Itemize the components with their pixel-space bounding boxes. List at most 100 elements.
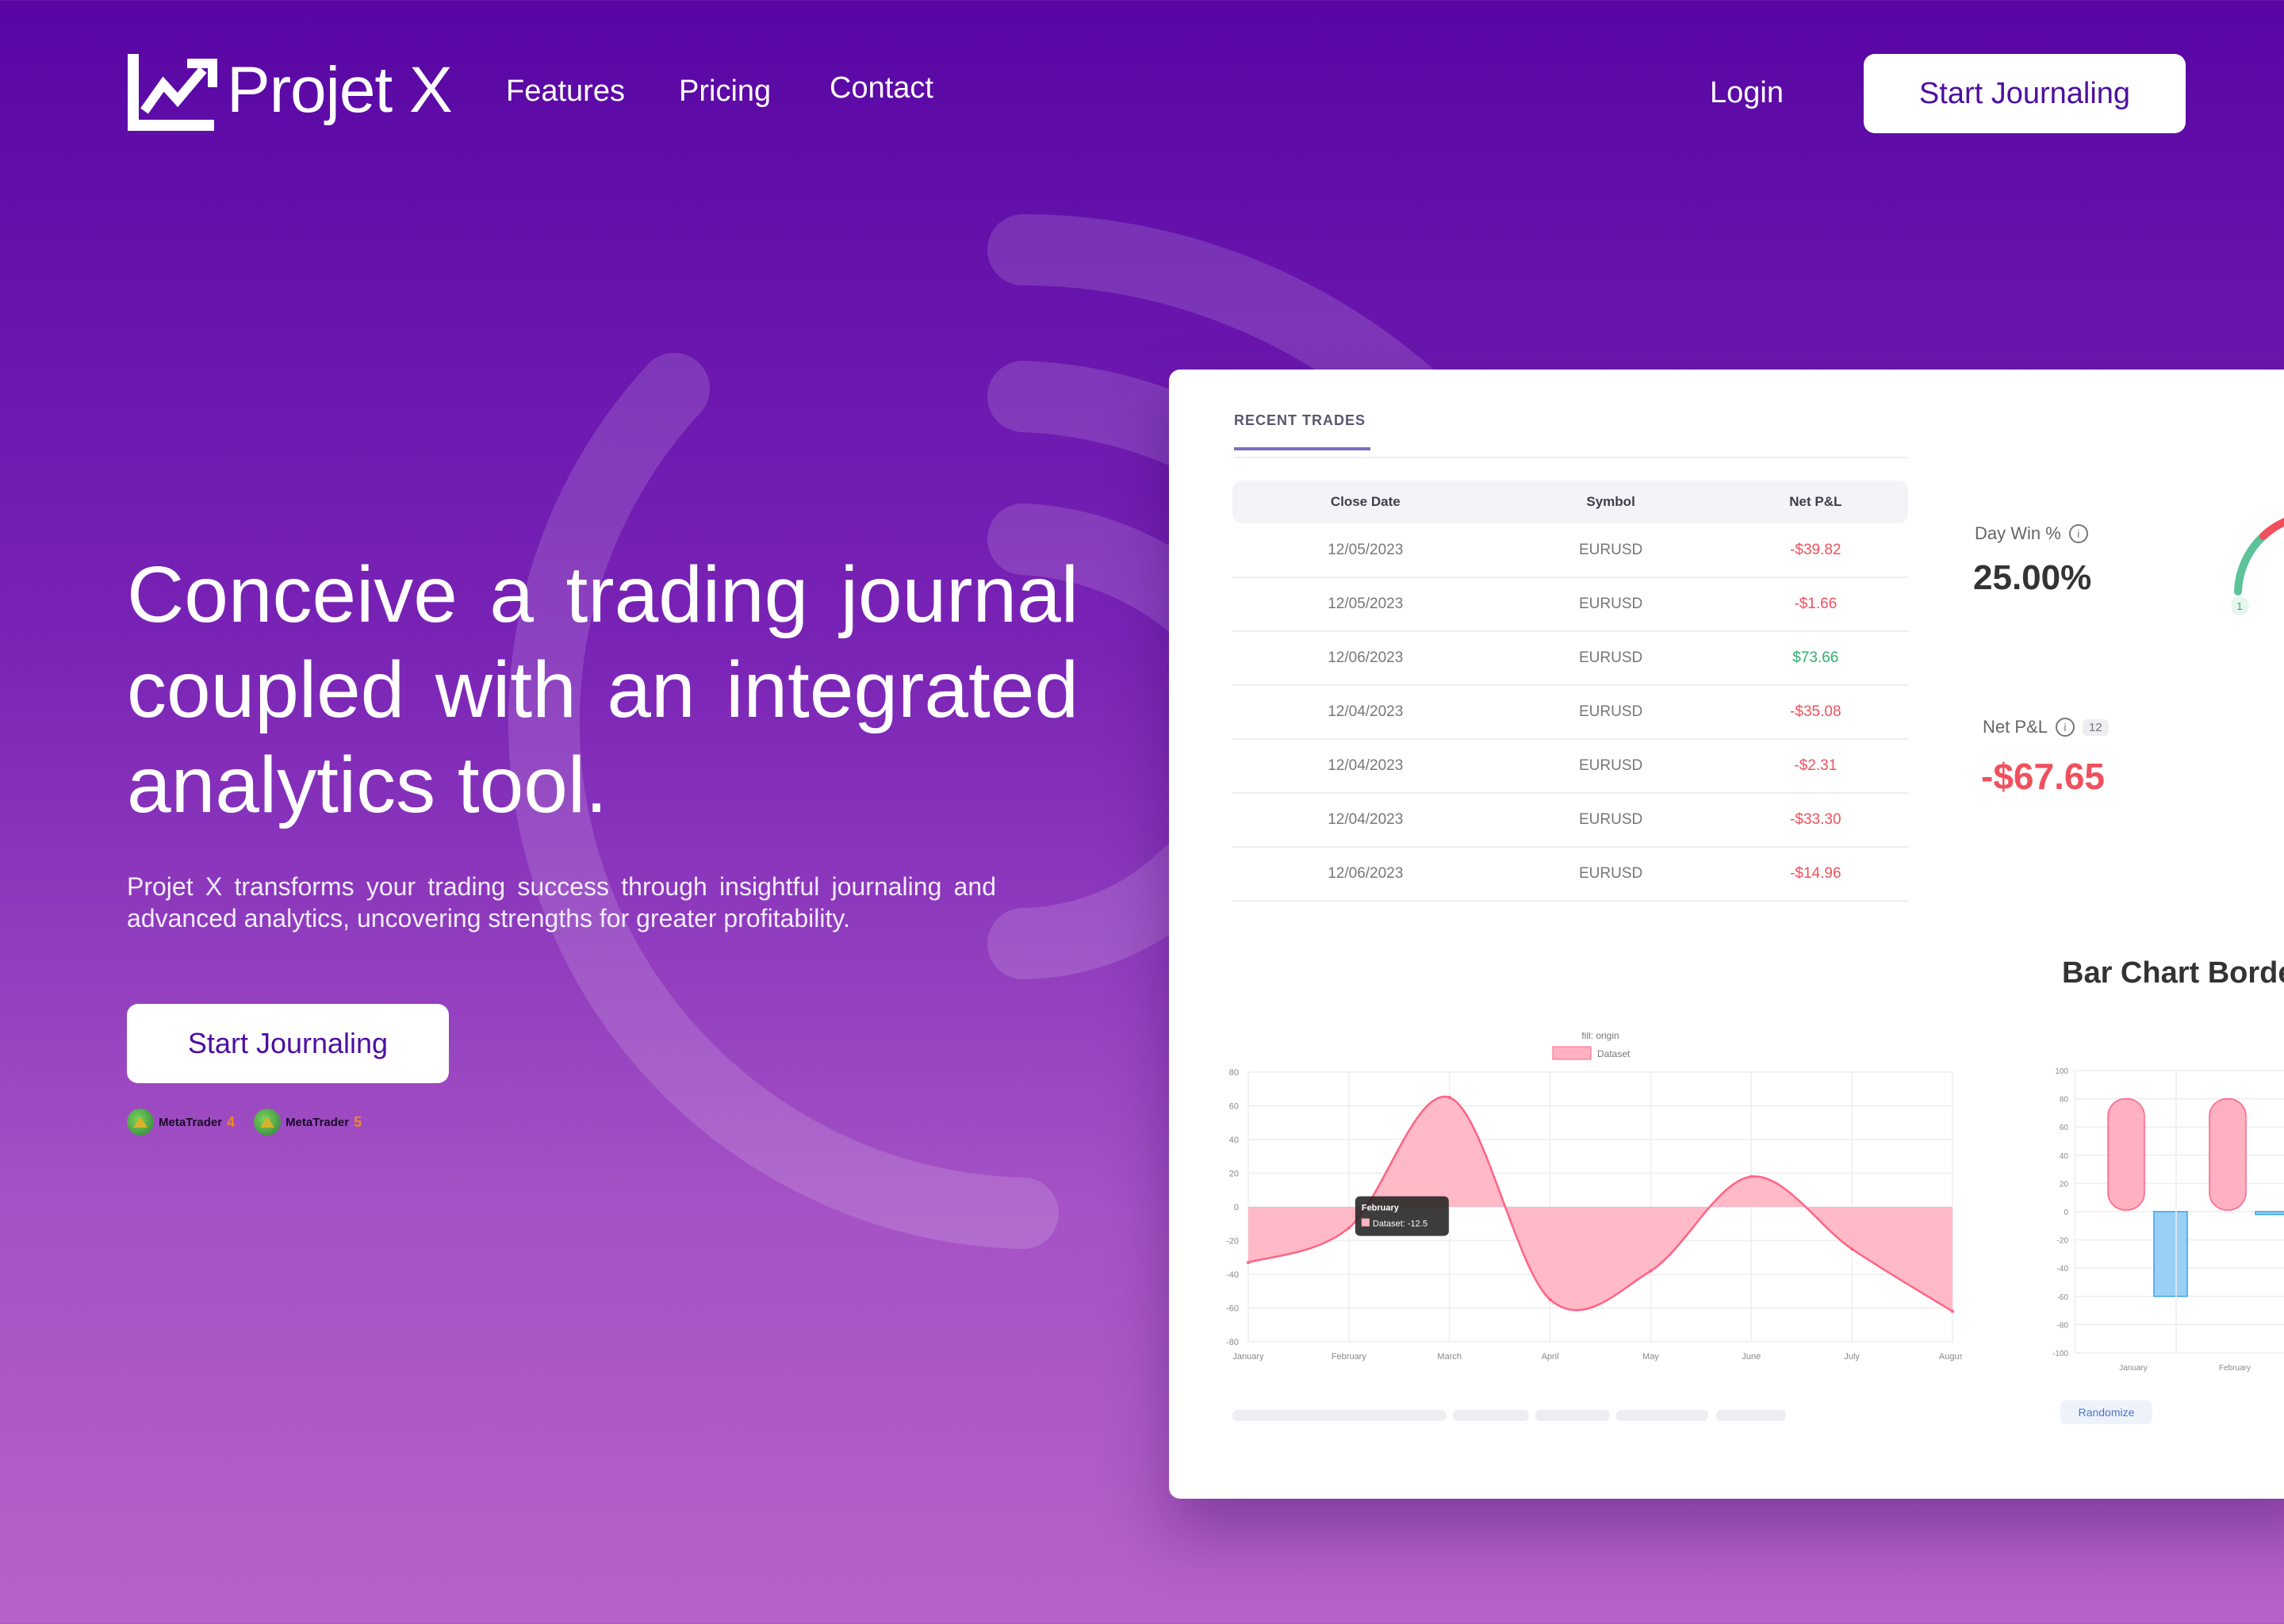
symbol-cell: EURUSD [1498, 847, 1723, 902]
tooltip-swatch [1361, 1218, 1370, 1227]
y-tick-label: 40 [1229, 1136, 1239, 1145]
y-tick-label: -40 [1226, 1270, 1239, 1280]
bar-dataset-1 [2209, 1097, 2247, 1211]
platform-version: 5 [354, 1113, 362, 1130]
y-tick-label: 20 [2060, 1180, 2069, 1189]
x-tick-label: June [1742, 1352, 1761, 1362]
y-tick-label: -80 [1226, 1338, 1239, 1347]
brand-logo[interactable]: Projet X [127, 49, 453, 132]
table-row[interactable]: 12/04/2023 EURUSD -$2.31 [1232, 739, 1908, 794]
skeleton-placeholder [1364, 1410, 1447, 1421]
platform-name: MetaTrader [159, 1115, 223, 1129]
net-pnl-cell: -$14.96 [1723, 847, 1908, 902]
data-point [1247, 1261, 1250, 1265]
net-pnl-cell: $73.66 [1723, 631, 1908, 686]
brand-name: Projet X [227, 54, 453, 126]
platform-metatrader-5: MetaTrader 5 [254, 1109, 362, 1136]
y-tick-label: 40 [2060, 1152, 2069, 1161]
bar-dataset-1 [2107, 1097, 2145, 1211]
bar-dataset-2 [2255, 1211, 2284, 1216]
y-tick-label: 60 [2060, 1124, 2069, 1132]
skeleton-placeholder [1616, 1410, 1708, 1421]
x-tick-label: March [1437, 1352, 1462, 1362]
x-tick-label: July [1844, 1352, 1860, 1362]
y-tick-label: 0 [2064, 1208, 2068, 1217]
day-win-gauge: 1 [2232, 518, 2284, 615]
chart-trend-icon [128, 54, 217, 131]
symbol-cell: EURUSD [1498, 577, 1723, 632]
net-pnl-label: Net P&L i 12 [1983, 717, 2109, 737]
top-navigation: Projet X Features Pricing Contact Login … [0, 0, 2284, 190]
close-date-cell: 12/04/2023 [1232, 793, 1499, 848]
skeleton-placeholder [1716, 1410, 1786, 1421]
recent-trades-tab-indicator [1234, 447, 1370, 450]
tooltip-title: February [1362, 1204, 1400, 1213]
table-row[interactable]: 12/04/2023 EURUSD -$35.08 [1232, 685, 1908, 740]
x-tick-label: February [2219, 1364, 2251, 1373]
y-tick-label: 80 [2060, 1096, 2069, 1105]
table-row[interactable]: 12/05/2023 EURUSD -$1.66 [1232, 577, 1908, 632]
y-tick-label: 0 [1234, 1203, 1239, 1212]
table-row[interactable]: 12/05/2023 EURUSD -$39.82 [1232, 523, 1908, 578]
bar-chart: 100 80 60 40 20 0 -20 -40 -60 -80 -100 January Febru… [2052, 1067, 2284, 1373]
bar-chart-title: Bar Chart Borde [2062, 956, 2284, 990]
net-pnl-label-text: Net P&L [1983, 717, 2048, 737]
net-pnl-cell: -$2.31 [1723, 739, 1908, 794]
tooltip-box [1355, 1196, 1449, 1236]
day-win-label: Day Win % i [1975, 523, 2088, 544]
nav-link-pricing[interactable]: Pricing [679, 76, 771, 106]
y-tick-label: -80 [2057, 1321, 2069, 1330]
info-icon[interactable]: i [2055, 718, 2075, 737]
net-pnl-cell: -$33.30 [1723, 793, 1908, 848]
symbol-cell: EURUSD [1498, 685, 1723, 740]
x-tick-label: May [1642, 1352, 1659, 1362]
recent-trades-table: Close Date Symbol Net P&L 12/05/2023 EURU… [1232, 481, 1908, 902]
nav-link-contact[interactable]: Contact [830, 73, 933, 103]
y-tick-label: -60 [1226, 1304, 1239, 1314]
supported-platforms: MetaTrader 4 MetaTrader 5 [127, 1109, 362, 1136]
day-win-label-text: Day Win % [1975, 523, 2061, 543]
symbol-cell: EURUSD [1498, 793, 1723, 848]
hero-subtitle: Projet X transforms your trading success… [127, 872, 996, 933]
y-tick-label: -20 [1226, 1237, 1239, 1247]
net-pnl-cell: -$39.82 [1723, 523, 1908, 578]
gauge-marker-label: 1 [2236, 600, 2242, 612]
symbol-cell: EURUSD [1498, 523, 1723, 578]
legend-label: Dataset [1597, 1048, 1631, 1059]
data-point [1347, 1226, 1351, 1230]
y-tick-label: 80 [1229, 1068, 1239, 1078]
platform-version: 4 [227, 1113, 236, 1130]
close-date-cell: 12/06/2023 [1232, 847, 1499, 902]
metatrader-icon [127, 1109, 154, 1136]
chart-tooltip: February Dataset: -12.5 [1355, 1196, 1449, 1236]
area-fill [1248, 1096, 1953, 1312]
info-icon[interactable]: i [2068, 524, 2088, 543]
day-win-value: 25.00% [1973, 558, 2092, 597]
y-tick-label: 20 [1229, 1170, 1239, 1179]
x-tick-label: April [1542, 1352, 1559, 1362]
divider [1234, 457, 1908, 458]
close-date-cell: 12/05/2023 [1232, 523, 1499, 578]
area-chart: fill: origin Dataset 80 60 40 20 0 -20 -40 -60 -80… [1226, 1032, 1962, 1362]
table-row[interactable]: 12/06/2023 EURUSD -$14.96 [1232, 847, 1908, 902]
table-row[interactable]: 12/04/2023 EURUSD -$33.30 [1232, 793, 1908, 848]
y-tick-label: 60 [1229, 1102, 1239, 1112]
nav-link-features[interactable]: Features [506, 76, 625, 106]
bar-dataset-2 [2153, 1211, 2188, 1297]
x-tick-label: February [1332, 1352, 1367, 1362]
nav-start-journaling-button[interactable]: Start Journaling [1864, 54, 2186, 133]
data-point [1447, 1095, 1451, 1099]
column-header-symbol: Symbol [1498, 481, 1723, 523]
hero-start-journaling-button[interactable]: Start Journaling [127, 1004, 449, 1083]
y-tick-label: -20 [2057, 1237, 2069, 1246]
table-header-row: Close Date Symbol Net P&L [1232, 481, 1908, 523]
randomize-button[interactable]: Randomize [2060, 1400, 2152, 1424]
data-point [1649, 1269, 1653, 1273]
platform-name: MetaTrader [286, 1115, 350, 1129]
close-date-cell: 12/04/2023 [1232, 685, 1499, 740]
recent-trades-body: 12/05/2023 EURUSD -$39.82 12/05/2023 EURUSD -… [1232, 523, 1908, 902]
data-point [1749, 1174, 1753, 1178]
x-tick-label: August [1939, 1352, 1962, 1362]
login-link[interactable]: Login [1710, 78, 1784, 108]
table-row[interactable]: 12/06/2023 EURUSD $73.66 [1232, 631, 1908, 686]
